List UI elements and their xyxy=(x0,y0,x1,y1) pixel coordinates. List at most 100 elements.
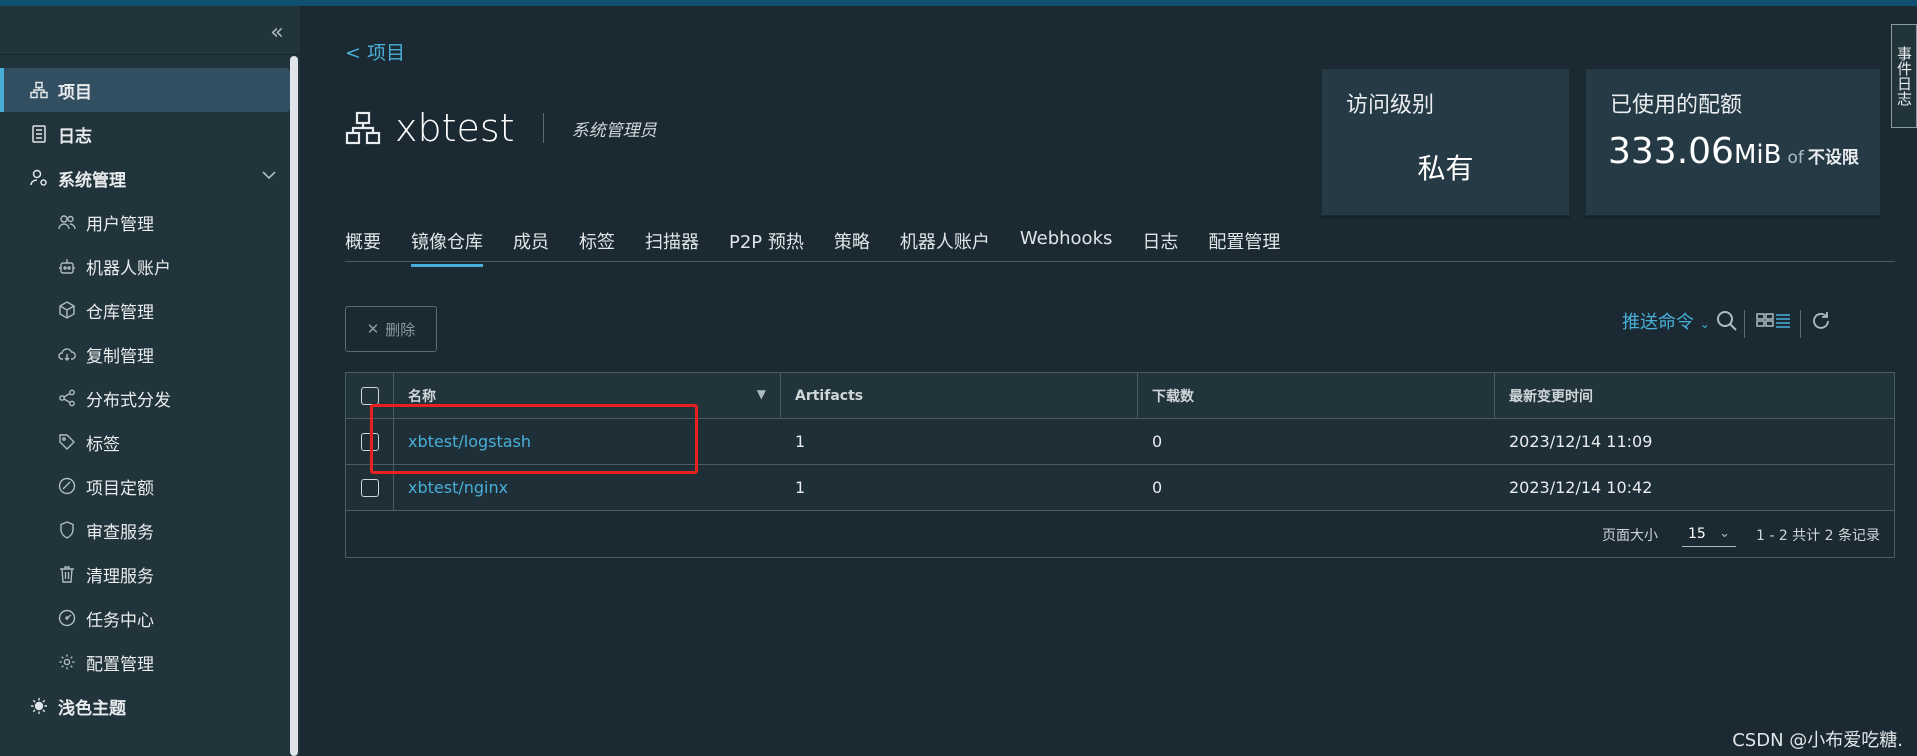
sidebar-item-label: 用户管理 xyxy=(86,214,154,235)
share-icon xyxy=(58,389,76,407)
sidebar-item-gc[interactable]: 清理服务 xyxy=(0,552,290,596)
sidebar-item-label: 清理服务 xyxy=(86,566,154,587)
sidebar-item-projects[interactable]: 项目 xyxy=(0,68,290,112)
artifacts-cell: 1 xyxy=(795,432,806,451)
theme-toggle[interactable]: 浅色主题 xyxy=(0,684,290,728)
search-icon[interactable] xyxy=(1714,310,1740,336)
sidebar-item-quotas[interactable]: 项目定额 xyxy=(0,464,290,508)
delete-button-label: 删除 xyxy=(385,321,416,339)
row-checkbox[interactable] xyxy=(360,478,379,497)
sidebar-item-label: 配置管理 xyxy=(86,654,154,675)
delete-button[interactable]: ✕ 删除 xyxy=(345,306,437,352)
sidebar-item-label: 复制管理 xyxy=(86,346,154,367)
sidebar-item-distribution[interactable]: 分布式分发 xyxy=(0,376,290,420)
push-command-dropdown[interactable]: 推送命令 ⌄ xyxy=(1622,308,1710,334)
sidebar-item-system-admin[interactable]: 系统管理 xyxy=(0,156,290,200)
chevron-down-icon: ⌄ xyxy=(1699,317,1710,331)
gear-icon xyxy=(58,653,76,671)
sidebar-item-label: 仓库管理 xyxy=(86,302,154,323)
sidebar-item-configuration[interactable]: 配置管理 xyxy=(0,640,290,684)
quota-icon xyxy=(58,477,76,495)
tabs-divider xyxy=(345,261,1895,262)
sidebar-item-users[interactable]: 用户管理 xyxy=(0,200,290,244)
page-size-label: 页面大小 xyxy=(1602,528,1658,544)
column-header-updated[interactable]: 最新变更时间 xyxy=(1495,373,1893,418)
quota-card: 已使用的配额 333.06MiB of 不设限 xyxy=(1585,68,1881,216)
record-count: 1 - 2 共计 2 条记录 xyxy=(1755,528,1880,544)
sidebar: « 项目 日志 系统管理 用户管理 机器人账户 仓库管理 复制管理 分布式分发 … xyxy=(0,6,300,756)
list-view-icon[interactable] xyxy=(1770,310,1796,336)
quota-value: 333.06 xyxy=(1608,131,1734,172)
sidebar-item-interrogation[interactable]: 审查服务 xyxy=(0,508,290,552)
push-command-label: 推送命令 xyxy=(1622,312,1694,333)
sun-icon xyxy=(30,697,48,715)
column-header-downloads[interactable]: 下载数 xyxy=(1138,373,1495,418)
trash-icon xyxy=(58,565,76,583)
quota-unit: MiB xyxy=(1733,140,1782,170)
artifacts-cell: 1 xyxy=(795,478,806,497)
cube-icon xyxy=(58,301,76,319)
sidebar-scrollbar[interactable] xyxy=(290,56,298,756)
system-admin-icon xyxy=(30,169,48,187)
sidebar-item-label: 项目 xyxy=(58,82,92,103)
event-log-tab[interactable]: 事件日志 xyxy=(1891,24,1917,128)
updated-cell: 2023/12/14 10:42 xyxy=(1509,478,1653,497)
project-name: xbtest xyxy=(395,106,515,150)
table-footer: 页面大小 15 ⌄ 1 - 2 共计 2 条记录 xyxy=(346,511,1894,557)
downloads-cell: 0 xyxy=(1152,478,1163,497)
quota-usage: 333.06MiB of 不设限 xyxy=(1608,131,1859,172)
project-icon xyxy=(30,81,48,99)
quota-limit: 不设限 xyxy=(1807,148,1859,168)
sidebar-divider xyxy=(0,54,300,55)
filter-icon[interactable]: ▼ xyxy=(757,387,766,401)
cloud-icon xyxy=(58,345,76,363)
robot-icon xyxy=(58,257,76,275)
access-level-label: 访问级别 xyxy=(1346,93,1435,118)
close-icon: ✕ xyxy=(366,321,380,338)
sidebar-item-label: 项目定额 xyxy=(86,478,154,499)
dashboard-icon xyxy=(58,609,76,627)
sidebar-item-labels[interactable]: 标签 xyxy=(0,420,290,464)
column-header-label: 名称 xyxy=(408,388,436,405)
title-separator xyxy=(542,113,544,143)
sidebar-item-logs[interactable]: 日志 xyxy=(0,112,290,156)
page-size-select[interactable]: 15 ⌄ xyxy=(1682,519,1736,547)
sidebar-item-job-center[interactable]: 任务中心 xyxy=(0,596,290,640)
log-icon xyxy=(30,125,48,143)
page-size-value: 15 xyxy=(1688,526,1706,542)
sidebar-item-replication[interactable]: 复制管理 xyxy=(0,332,290,376)
sidebar-item-registries[interactable]: 仓库管理 xyxy=(0,288,290,332)
project-role: 系统管理员 xyxy=(571,120,657,141)
refresh-icon[interactable] xyxy=(1808,310,1834,336)
tag-icon xyxy=(58,433,76,451)
sidebar-item-robot-accounts[interactable]: 机器人账户 xyxy=(0,244,290,288)
toolbar-separator xyxy=(1800,310,1801,338)
sidebar-item-label: 任务中心 xyxy=(86,610,154,631)
users-icon xyxy=(58,213,76,231)
select-all-checkbox[interactable] xyxy=(360,386,379,405)
main-content: < 项目 xbtest 系统管理员 访问级别 私有 已使用的配额 333.06M… xyxy=(300,6,1917,756)
access-level-value: 私有 xyxy=(1417,152,1474,185)
sidebar-item-label: 分布式分发 xyxy=(86,390,171,411)
project-icon xyxy=(345,110,381,146)
updated-cell: 2023/12/14 11:09 xyxy=(1509,432,1653,451)
repo-link[interactable]: xbtest/nginx xyxy=(408,478,508,497)
sidebar-item-label: 浅色主题 xyxy=(58,698,126,719)
shield-icon xyxy=(58,521,76,539)
double-chevron-left-icon[interactable]: « xyxy=(262,18,292,48)
annotation-highlight-box xyxy=(370,404,698,474)
sidebar-item-label: 系统管理 xyxy=(58,170,126,191)
sidebar-item-label: 标签 xyxy=(86,434,120,455)
watermark: CSDN @小布爱吃糖. xyxy=(1732,730,1903,751)
toolbar-separator xyxy=(1744,310,1745,338)
chevron-down-icon[interactable] xyxy=(262,168,276,184)
column-header-artifacts[interactable]: Artifacts xyxy=(781,373,1138,418)
quota-of: of xyxy=(1787,148,1804,168)
back-to-projects-link[interactable]: < 项目 xyxy=(345,38,405,65)
project-title: xbtest 系统管理员 xyxy=(345,106,657,150)
downloads-cell: 0 xyxy=(1152,432,1163,451)
quota-label: 已使用的配额 xyxy=(1610,93,1743,118)
sidebar-item-label: 机器人账户 xyxy=(86,258,171,279)
chevron-down-icon: ⌄ xyxy=(1719,526,1730,541)
sidebar-item-label: 审查服务 xyxy=(86,522,154,543)
